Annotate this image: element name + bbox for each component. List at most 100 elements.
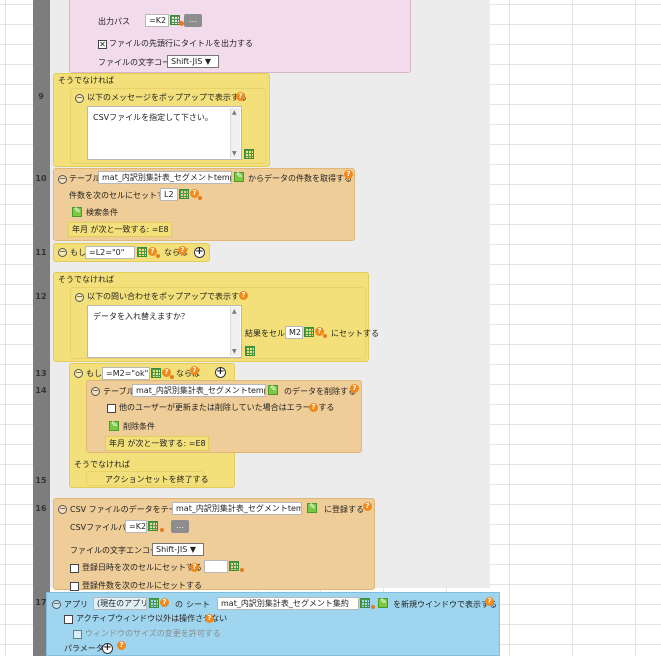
help-icon[interactable]: ? — [485, 597, 494, 606]
add-parameter-button[interactable]: + — [102, 643, 113, 654]
search-condition-label: 検索条件 — [86, 208, 118, 217]
collapse-icon[interactable]: − — [91, 387, 100, 396]
import-after-label: に登録する — [324, 505, 364, 514]
if-label: もし — [70, 248, 86, 257]
sheet-input[interactable]: mat_内訳別集計表_セグメント集約 — [217, 597, 359, 610]
reg-datetime-input[interactable] — [204, 560, 228, 573]
table-label: テーブル — [69, 174, 101, 183]
condition-chip[interactable]: 年月 が次と一致する: =E8 — [68, 222, 172, 237]
question-textarea[interactable]: データを入れ替えますか？ — [87, 305, 242, 358]
row-number: 10 — [35, 174, 47, 183]
edit-icon[interactable] — [268, 384, 278, 395]
add-branch-button[interactable]: + — [215, 367, 226, 378]
scrollbar[interactable] — [230, 108, 240, 158]
edit-icon[interactable] — [109, 420, 119, 431]
resize-window-checkbox[interactable] — [73, 630, 82, 639]
reg-count-checkbox[interactable] — [70, 582, 79, 591]
count-label: 件数を次のセルにセットする — [69, 191, 173, 200]
of-label: の — [175, 600, 183, 609]
help-icon[interactable]: ? — [236, 92, 245, 101]
row-number: 13 — [35, 369, 47, 378]
row-number: 15 — [35, 476, 47, 485]
count-cell-input[interactable]: L2 — [160, 188, 178, 201]
cell-picker-icon[interactable] — [304, 327, 314, 337]
cell-picker-icon[interactable] — [360, 598, 370, 608]
help-icon[interactable]: ? — [190, 366, 199, 375]
count-after-label: からデータの件数を取得する — [248, 174, 352, 183]
if-condition-input[interactable]: =L2="0" — [85, 246, 135, 259]
if-block-1: − もし =L2="0" ? ならば ? + — [53, 243, 210, 262]
collapse-icon[interactable]: − — [75, 94, 84, 103]
result-cell-input[interactable]: M2 — [285, 326, 303, 339]
small-dot-icon — [198, 196, 202, 200]
else-block-1: そうでなければ − 以下のメッセージをポップアップで表示する ? CSVファイル… — [53, 73, 270, 167]
help-icon[interactable]: ? — [117, 641, 126, 650]
app-input[interactable]: (現在のアプリ) — [93, 597, 147, 610]
browse-button[interactable]: … — [171, 520, 189, 533]
table-input[interactable]: mat_内訳別集計表_セグメントtemp — [172, 502, 302, 515]
cell-picker-icon[interactable] — [137, 247, 147, 257]
cell-picker-icon[interactable] — [229, 561, 239, 571]
reg-datetime-label: 登録日時を次のセルにセットする — [82, 563, 202, 572]
edit-icon[interactable] — [234, 171, 244, 182]
encoding-select[interactable]: Shift-JIS ▼ — [167, 55, 219, 68]
help-icon[interactable]: ? — [160, 598, 169, 607]
encoding-select[interactable]: Shift-JIS ▼ — [152, 543, 204, 556]
cell-picker-icon[interactable] — [148, 521, 158, 531]
collapse-icon[interactable]: − — [74, 369, 83, 378]
small-dot-icon — [323, 334, 327, 338]
small-dot-icon — [156, 254, 160, 258]
csv-path-input[interactable]: =K2 — [125, 520, 147, 533]
collapse-icon[interactable]: − — [58, 248, 67, 257]
edit-icon[interactable] — [378, 597, 388, 608]
result-cell-label: 結果をセル — [245, 329, 285, 338]
add-branch-button[interactable]: + — [194, 247, 205, 258]
collapse-icon[interactable]: − — [75, 293, 84, 302]
encoding-select-value: Shift-JIS — [171, 57, 203, 66]
cell-picker-icon[interactable] — [149, 598, 159, 608]
cell-picker-icon[interactable] — [244, 149, 254, 159]
help-icon[interactable]: ? — [350, 384, 359, 393]
error-checkbox[interactable] — [107, 404, 116, 413]
open-sheet-block: − アプリ (現在のアプリ) ? の シート mat_内訳別集計表_セグメント集… — [46, 592, 500, 656]
help-icon[interactable]: ? — [363, 502, 372, 511]
delete-after-label: のデータを削除する — [284, 387, 356, 396]
collapse-icon[interactable]: − — [52, 600, 61, 609]
else-label: そうでなければ — [58, 76, 114, 85]
row-number: 16 — [35, 504, 47, 513]
help-icon[interactable]: ? — [205, 614, 214, 623]
output-path-label: 出力パス — [98, 17, 130, 26]
if-condition-input[interactable]: =M2="ok" — [102, 367, 150, 380]
help-icon[interactable]: ? — [309, 403, 318, 412]
reg-datetime-checkbox[interactable] — [70, 564, 79, 573]
help-icon[interactable]: ? — [344, 170, 353, 179]
else-label: そうでなければ — [74, 460, 130, 469]
collapse-icon[interactable]: − — [58, 505, 67, 514]
cell-picker-icon[interactable] — [151, 368, 161, 378]
edit-icon[interactable] — [72, 206, 82, 217]
count-action-block: − テーブル mat_内訳別集計表_セグメントtemp からデータの件数を取得す… — [53, 168, 355, 241]
cell-picker-icon[interactable] — [245, 346, 255, 356]
edit-icon[interactable] — [307, 502, 317, 513]
cell-picker-icon[interactable] — [179, 189, 189, 199]
chevron-down-icon: ▼ — [189, 545, 197, 554]
row-number: 14 — [35, 386, 47, 395]
collapse-icon[interactable]: − — [58, 175, 67, 184]
condition-text: 年月 が次と一致する: =E8 — [109, 439, 206, 448]
help-icon[interactable]: ? — [190, 563, 199, 572]
message-textarea[interactable]: CSVファイルを指定して下さい。 — [87, 106, 242, 160]
row-number: 12 — [35, 292, 47, 301]
table-input[interactable]: mat_内訳別集計表_セグメントtemp — [132, 384, 266, 397]
active-window-checkbox[interactable] — [64, 615, 73, 624]
table-input[interactable]: mat_内訳別集計表_セグメントtemp — [98, 171, 232, 184]
help-icon[interactable]: ? — [239, 291, 248, 300]
resize-window-label: ウィンドウのサイズの変更を許可する — [85, 629, 221, 638]
condition-chip[interactable]: 年月 が次と一致する: =E8 — [105, 436, 209, 451]
scrollbar[interactable] — [230, 307, 240, 356]
set-label: にセットする — [331, 329, 379, 338]
popup-question-action: − 以下の問い合わせをポップアップで表示する ? データを入れ替えますか？ 結果… — [70, 287, 379, 359]
browse-button[interactable]: … — [184, 14, 202, 27]
help-icon[interactable]: ? — [178, 246, 187, 255]
output-path-input[interactable]: =K2 — [145, 14, 169, 27]
title-checkbox[interactable]: ✕ — [98, 40, 107, 49]
